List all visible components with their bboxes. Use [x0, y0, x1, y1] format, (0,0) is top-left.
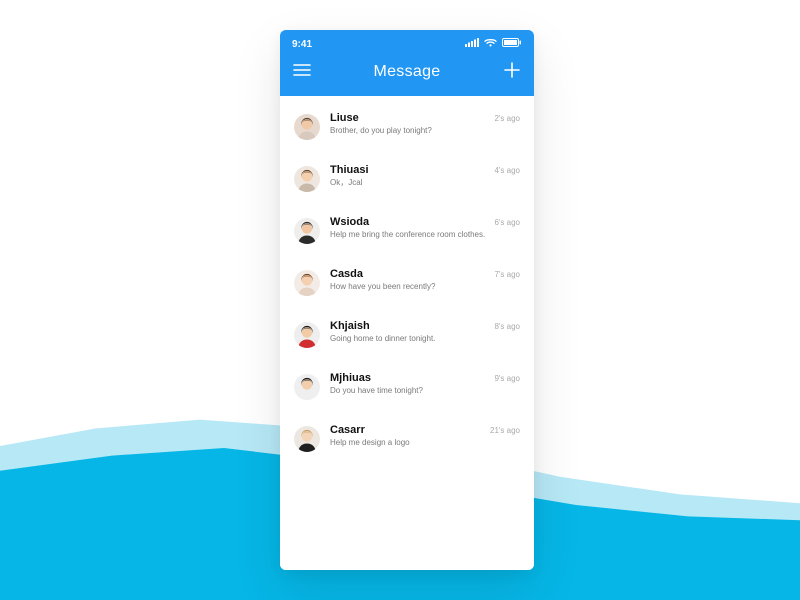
- message-preview: How have you been recently?: [330, 282, 520, 292]
- timestamp: 8's ago: [494, 322, 520, 331]
- conversation-row[interactable]: Thiuasi 4's ago Ok，Jcal: [280, 152, 534, 204]
- message-preview: Ok，Jcal: [330, 178, 520, 188]
- avatar: [294, 322, 320, 348]
- cellular-icon: [465, 38, 479, 50]
- conversation-main: Wsioda 6's ago Help me bring the confere…: [330, 216, 520, 240]
- message-preview: Do you have time tonight?: [330, 386, 520, 396]
- page-title: Message: [373, 63, 440, 81]
- menu-button[interactable]: [292, 62, 312, 82]
- timestamp: 7's ago: [494, 270, 520, 279]
- message-preview: Help me bring the conference room clothe…: [330, 230, 520, 240]
- contact-name: Wsioda: [330, 216, 369, 228]
- plus-icon: [504, 62, 520, 83]
- contact-name: Liuse: [330, 112, 359, 124]
- status-time: 9:41: [292, 39, 312, 50]
- contact-name: Khjaish: [330, 320, 370, 332]
- status-bar: 9:41: [292, 38, 522, 50]
- conversation-main: Liuse 2's ago Brother, do you play tonig…: [330, 112, 520, 136]
- status-indicators: [465, 38, 522, 50]
- contact-name: Thiuasi: [330, 164, 369, 176]
- battery-icon: [502, 38, 522, 50]
- conversation-row[interactable]: Casda 7's ago How have you been recently…: [280, 256, 534, 308]
- conversation-main: Thiuasi 4's ago Ok，Jcal: [330, 164, 520, 188]
- contact-name: Casda: [330, 268, 363, 280]
- contact-name: Mjhiuas: [330, 372, 371, 384]
- message-preview: Going home to dinner tonight.: [330, 334, 520, 344]
- avatar: [294, 166, 320, 192]
- conversation-row[interactable]: Khjaish 8's ago Going home to dinner ton…: [280, 308, 534, 360]
- timestamp: 4's ago: [494, 166, 520, 175]
- wifi-icon: [484, 38, 497, 50]
- avatar: [294, 426, 320, 452]
- hamburger-icon: [293, 63, 311, 81]
- app-header: 9:41: [280, 30, 534, 96]
- conversation-main: Casarr 21's ago Help me design a logo: [330, 424, 520, 448]
- avatar: [294, 374, 320, 400]
- phone-frame: 9:41: [280, 30, 534, 570]
- contact-name: Casarr: [330, 424, 365, 436]
- message-preview: Help me design a logo: [330, 438, 520, 448]
- stage: 9:41: [0, 0, 800, 600]
- avatar: [294, 114, 320, 140]
- timestamp: 21's ago: [490, 426, 520, 435]
- avatar: [294, 218, 320, 244]
- conversation-row[interactable]: Casarr 21's ago Help me design a logo: [280, 412, 534, 464]
- timestamp: 9's ago: [494, 374, 520, 383]
- conversation-main: Khjaish 8's ago Going home to dinner ton…: [330, 320, 520, 344]
- conversation-list[interactable]: Liuse 2's ago Brother, do you play tonig…: [280, 96, 534, 570]
- message-preview: Brother, do you play tonight?: [330, 126, 520, 136]
- conversation-row[interactable]: Liuse 2's ago Brother, do you play tonig…: [280, 100, 534, 152]
- compose-button[interactable]: [502, 62, 522, 82]
- conversation-main: Mjhiuas 9's ago Do you have time tonight…: [330, 372, 520, 396]
- timestamp: 6's ago: [494, 218, 520, 227]
- conversation-row[interactable]: Wsioda 6's ago Help me bring the confere…: [280, 204, 534, 256]
- timestamp: 2's ago: [494, 114, 520, 123]
- avatar: [294, 270, 320, 296]
- conversation-row[interactable]: Mjhiuas 9's ago Do you have time tonight…: [280, 360, 534, 412]
- conversation-main: Casda 7's ago How have you been recently…: [330, 268, 520, 292]
- nav-bar: Message: [292, 58, 522, 86]
